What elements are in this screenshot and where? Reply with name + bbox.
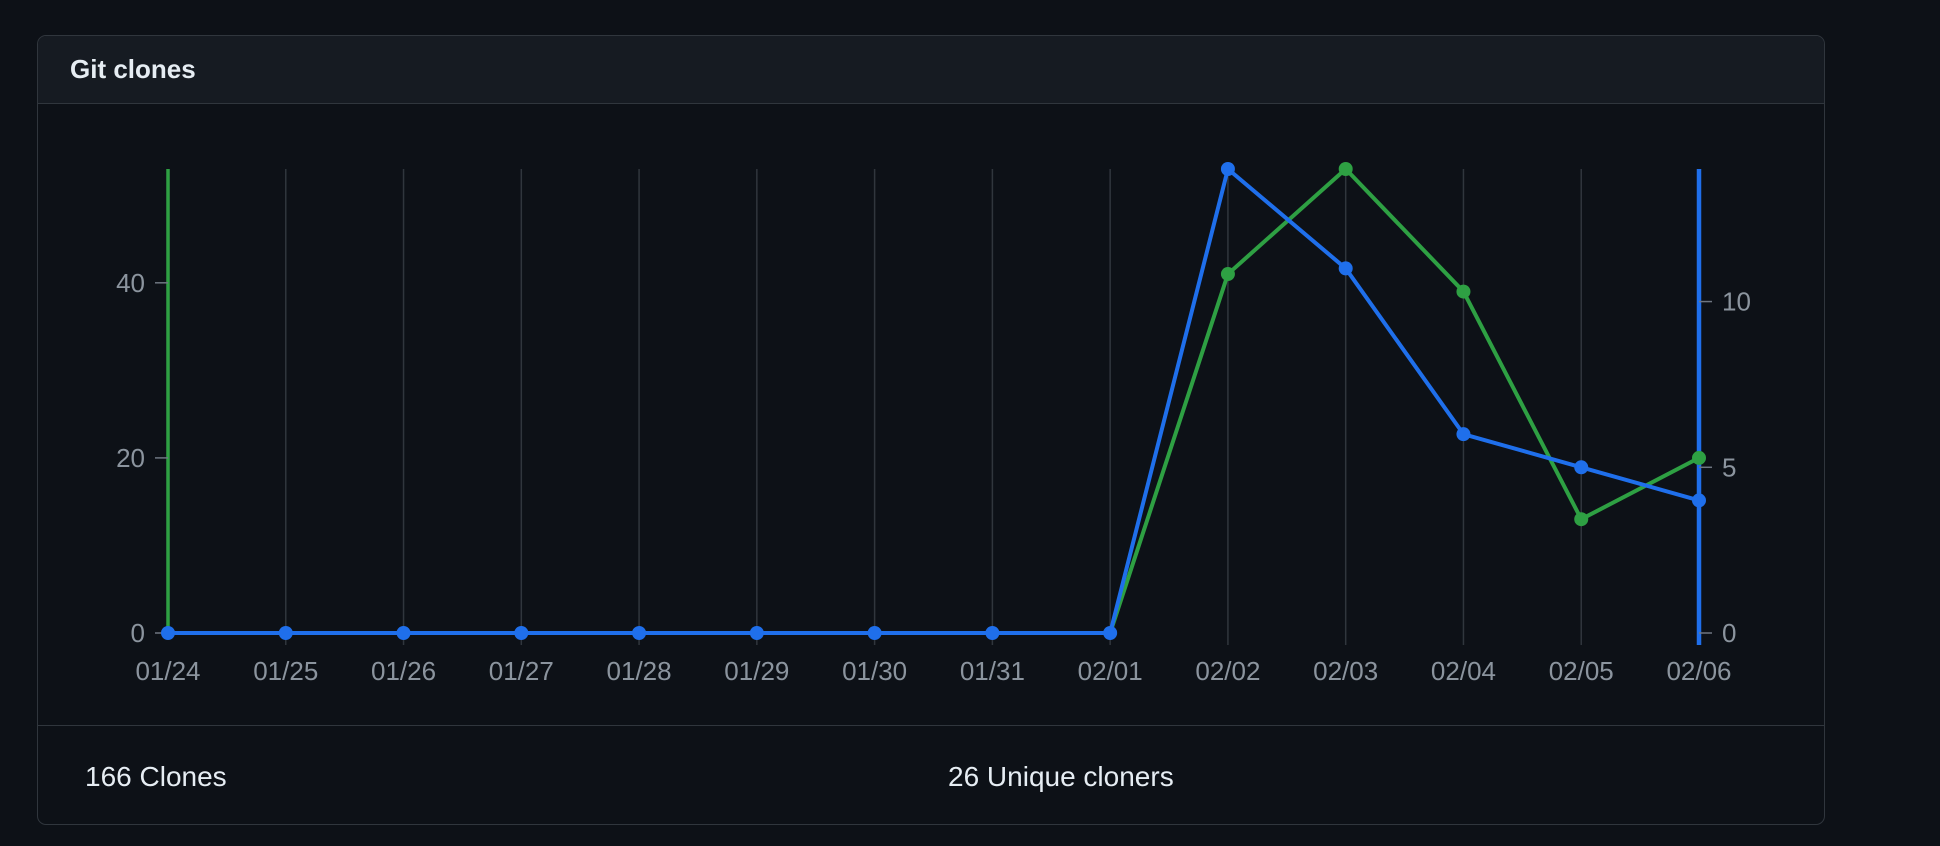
panel-footer: 166 Clones 26 Unique cloners bbox=[38, 725, 1824, 824]
right-tick-label-10: 10 bbox=[1722, 287, 1751, 317]
x-tick-label-02-05: 02/05 bbox=[1549, 656, 1614, 686]
series-layer bbox=[161, 162, 1706, 640]
left-tick-label-40: 40 bbox=[116, 268, 145, 298]
x-tick-label-02-01: 02/01 bbox=[1078, 656, 1143, 686]
unique-cloners-point-01-31 bbox=[985, 626, 1000, 640]
left-tick-label-0: 0 bbox=[131, 618, 145, 648]
x-tick-label-01-26: 01/26 bbox=[371, 656, 436, 686]
clones-point-02-03 bbox=[1338, 162, 1353, 176]
axis-layer bbox=[155, 169, 1712, 645]
unique-cloners-point-01-29 bbox=[749, 626, 764, 640]
total-clones-stat: 166 Clones bbox=[85, 761, 227, 792]
label-layer: 0 20 40 0 5 10 01/24 01/25 01/26 01/27 01/28 01/29 0… bbox=[116, 268, 1751, 686]
unique-cloners-point-01-27 bbox=[514, 626, 529, 640]
clones-point-02-06 bbox=[1692, 450, 1706, 465]
clones-point-02-05 bbox=[1574, 512, 1589, 527]
unique-cloners-point-02-02 bbox=[1220, 162, 1235, 176]
unique-cloners-point-01-26 bbox=[396, 626, 411, 640]
clones-line bbox=[166, 167, 1701, 635]
clones-chart: 0 20 40 0 5 10 01/24 01/25 01/26 01/27 01/28 01/29 0… bbox=[38, 104, 1824, 760]
unique-cloners-point-02-01 bbox=[1103, 626, 1118, 640]
right-tick-label-0: 0 bbox=[1722, 618, 1736, 648]
unique-cloners-point-02-04 bbox=[1456, 427, 1471, 442]
unique-cloners-stat: 26 Unique cloners bbox=[948, 761, 1174, 792]
x-tick-label-02-04: 02/04 bbox=[1431, 656, 1496, 686]
clones-point-02-02 bbox=[1220, 267, 1235, 282]
x-tick-label-01-29: 01/29 bbox=[724, 656, 789, 686]
x-tick-label-01-31: 01/31 bbox=[960, 656, 1025, 686]
x-tick-label-01-30: 01/30 bbox=[842, 656, 907, 686]
left-tick-label-20: 20 bbox=[116, 443, 145, 473]
unique-cloners-point-01-25 bbox=[278, 626, 293, 640]
unique-cloners-point-02-06 bbox=[1692, 493, 1706, 508]
unique-cloners-point-01-24 bbox=[161, 626, 175, 640]
x-tick-label-02-03: 02/03 bbox=[1313, 656, 1378, 686]
clones-chart-svg: 0 20 40 0 5 10 01/24 01/25 01/26 01/27 01/28 01/29 0… bbox=[116, 162, 1751, 686]
unique-cloners-point-02-03 bbox=[1338, 261, 1353, 276]
unique-cloners-point-01-30 bbox=[867, 626, 882, 640]
x-tick-label-01-28: 01/28 bbox=[607, 656, 672, 686]
right-tick-label-5: 5 bbox=[1722, 452, 1736, 482]
x-tick-label-02-06: 02/06 bbox=[1666, 656, 1731, 686]
grid-layer bbox=[285, 169, 1582, 645]
unique-cloners-point-01-28 bbox=[632, 626, 647, 640]
unique-cloners-line bbox=[166, 167, 1701, 635]
clones-point-02-04 bbox=[1456, 284, 1471, 299]
unique-cloners-point-02-05 bbox=[1574, 460, 1589, 475]
x-tick-label-02-02: 02/02 bbox=[1195, 656, 1260, 686]
x-tick-label-01-25: 01/25 bbox=[253, 656, 318, 686]
x-tick-label-01-27: 01/27 bbox=[489, 656, 554, 686]
x-tick-label-01-24: 01/24 bbox=[135, 656, 200, 686]
git-clones-panel: Git clones 0 20 40 0 5 10 01/24 01/25 01/26 01/27… bbox=[37, 35, 1825, 825]
